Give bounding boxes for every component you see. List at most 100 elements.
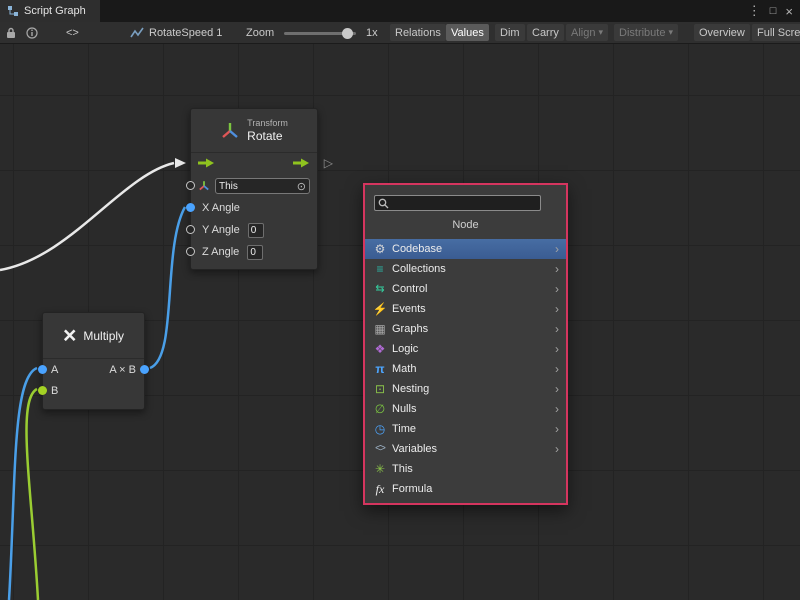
tab-bar: Script Graph ⋮ □ × — [0, 0, 800, 22]
transform-axes-icon — [220, 121, 240, 141]
y-angle-label: Y Angle — [202, 224, 240, 236]
zoom-knob[interactable] — [342, 28, 353, 39]
graph-breadcrumb[interactable]: RotateSpeed 1 — [130, 22, 222, 44]
chevron-right-icon: › — [555, 382, 559, 396]
node-category: Transform — [247, 118, 288, 129]
finder-header: Node — [365, 219, 566, 233]
tab-title: Script Graph — [24, 5, 86, 17]
lightning-icon: ⚡ — [372, 302, 388, 316]
chevron-right-icon: › — [555, 282, 559, 296]
multiply-node-header: × Multiply — [43, 313, 144, 359]
carry-button[interactable]: Carry — [527, 24, 564, 41]
flow-output-port[interactable] — [293, 157, 310, 172]
finder-search[interactable] — [374, 195, 541, 211]
relations-button[interactable]: Relations — [390, 24, 446, 41]
finder-item-codebase[interactable]: ⚙ Codebase › — [365, 239, 566, 259]
output-label: A × B — [109, 364, 136, 376]
script-graph-window: Script Graph ⋮ □ × <> RotateSpeed 1 Zoom… — [0, 0, 800, 600]
output-port[interactable] — [140, 365, 149, 374]
chevron-right-icon: › — [555, 242, 559, 256]
graph-name: RotateSpeed 1 — [149, 27, 222, 39]
maximize-icon[interactable]: □ — [770, 5, 777, 17]
z-angle-input[interactable] — [247, 245, 263, 260]
window-controls: ⋮ □ × — [748, 0, 800, 22]
this-icon: ✳ — [372, 462, 388, 476]
branch-icon: ⇆ — [372, 282, 388, 296]
finder-item-label: Time — [392, 423, 416, 435]
dim-button[interactable]: Dim — [495, 24, 525, 41]
finder-item-label: Codebase — [392, 243, 442, 255]
node-footer — [191, 263, 317, 269]
search-input[interactable] — [392, 197, 537, 209]
zoom-slider[interactable] — [284, 32, 356, 35]
object-picker-icon[interactable]: ⊙ — [297, 180, 306, 193]
lock-button[interactable] — [6, 22, 16, 44]
list-icon: ≡ — [372, 262, 388, 276]
z-angle-port[interactable] — [186, 247, 195, 256]
node-footer — [43, 401, 144, 409]
info-button[interactable] — [26, 22, 38, 44]
y-angle-row: Y Angle — [191, 219, 317, 241]
input-b-port[interactable] — [38, 386, 47, 395]
finder-item-label: Nesting — [392, 383, 429, 395]
finder-item-formula[interactable]: fx Formula — [365, 479, 566, 499]
input-a-label: A — [51, 364, 58, 376]
this-object-field[interactable]: This ⊙ — [215, 178, 310, 194]
distribute-button[interactable]: Distribute▾ — [614, 24, 678, 41]
finder-item-graphs[interactable]: ▦ Graphs › — [365, 319, 566, 339]
code-preview-button[interactable]: <> — [66, 22, 79, 44]
finder-item-events[interactable]: ⚡ Events › — [365, 299, 566, 319]
align-button[interactable]: Align▾ — [566, 24, 608, 41]
overview-button[interactable]: Overview — [694, 24, 750, 41]
finder-item-label: Events — [392, 303, 426, 315]
finder-item-control[interactable]: ⇆ Control › — [365, 279, 566, 299]
node-title: Multiply — [83, 329, 124, 343]
finder-item-variables[interactable]: <> Variables › — [365, 439, 566, 459]
node-finder-popup: Node ⚙ Codebase › ≡ Collections › ⇆ Cont… — [363, 183, 568, 505]
lock-icon — [6, 27, 16, 39]
window-menu-icon[interactable]: ⋮ — [748, 3, 761, 19]
chevron-right-icon: › — [555, 362, 559, 376]
this-row: This ⊙ — [191, 175, 317, 197]
chevron-right-icon: › — [555, 422, 559, 436]
x-angle-label: X Angle — [202, 202, 240, 214]
finder-item-this[interactable]: ✳ This — [365, 459, 566, 479]
y-angle-input[interactable] — [248, 223, 264, 238]
finder-item-nulls[interactable]: ∅ Nulls › — [365, 399, 566, 419]
y-angle-port[interactable] — [186, 225, 195, 234]
finder-item-label: Math — [392, 363, 416, 375]
tab-script-graph[interactable]: Script Graph — [0, 0, 100, 22]
x-angle-port[interactable] — [186, 203, 195, 212]
chevron-right-icon: › — [555, 342, 559, 356]
close-icon[interactable]: × — [785, 4, 793, 19]
chevron-right-icon: › — [555, 402, 559, 416]
input-a-port[interactable] — [38, 365, 47, 374]
chevron-down-icon: ▾ — [598, 27, 603, 38]
clock-icon: ◷ — [372, 422, 388, 436]
finder-item-time[interactable]: ◷ Time › — [365, 419, 566, 439]
finder-item-nesting[interactable]: ⊡ Nesting › — [365, 379, 566, 399]
script-graph-icon — [7, 5, 19, 17]
fullscreen-button[interactable]: Full Screen — [752, 24, 800, 41]
z-angle-row: Z Angle — [191, 241, 317, 263]
variables-icon: <> — [372, 442, 388, 456]
info-icon — [26, 27, 38, 39]
flow-output-marker[interactable]: ▷ — [324, 157, 333, 169]
rotate-node[interactable]: Transform Rotate ▷ This ⊙ — [190, 108, 318, 270]
this-port[interactable] — [186, 181, 195, 190]
finder-item-label: Graphs — [392, 323, 428, 335]
zoom-label: Zoom — [246, 22, 274, 44]
finder-item-collections[interactable]: ≡ Collections › — [365, 259, 566, 279]
finder-item-math[interactable]: π Math › — [365, 359, 566, 379]
multiply-node[interactable]: × Multiply A A × B B — [42, 312, 145, 410]
input-b-label: B — [51, 385, 58, 397]
finder-item-label: Collections — [392, 263, 446, 275]
chevron-right-icon: › — [555, 442, 559, 456]
align-label: Align — [571, 27, 595, 39]
values-button[interactable]: Values — [446, 24, 489, 41]
finder-item-logic[interactable]: ❖ Logic › — [365, 339, 566, 359]
null-icon: ∅ — [372, 402, 388, 416]
flow-input-port[interactable] — [198, 157, 215, 172]
node-title: Rotate — [247, 129, 288, 143]
flow-row: ▷ — [191, 153, 317, 175]
